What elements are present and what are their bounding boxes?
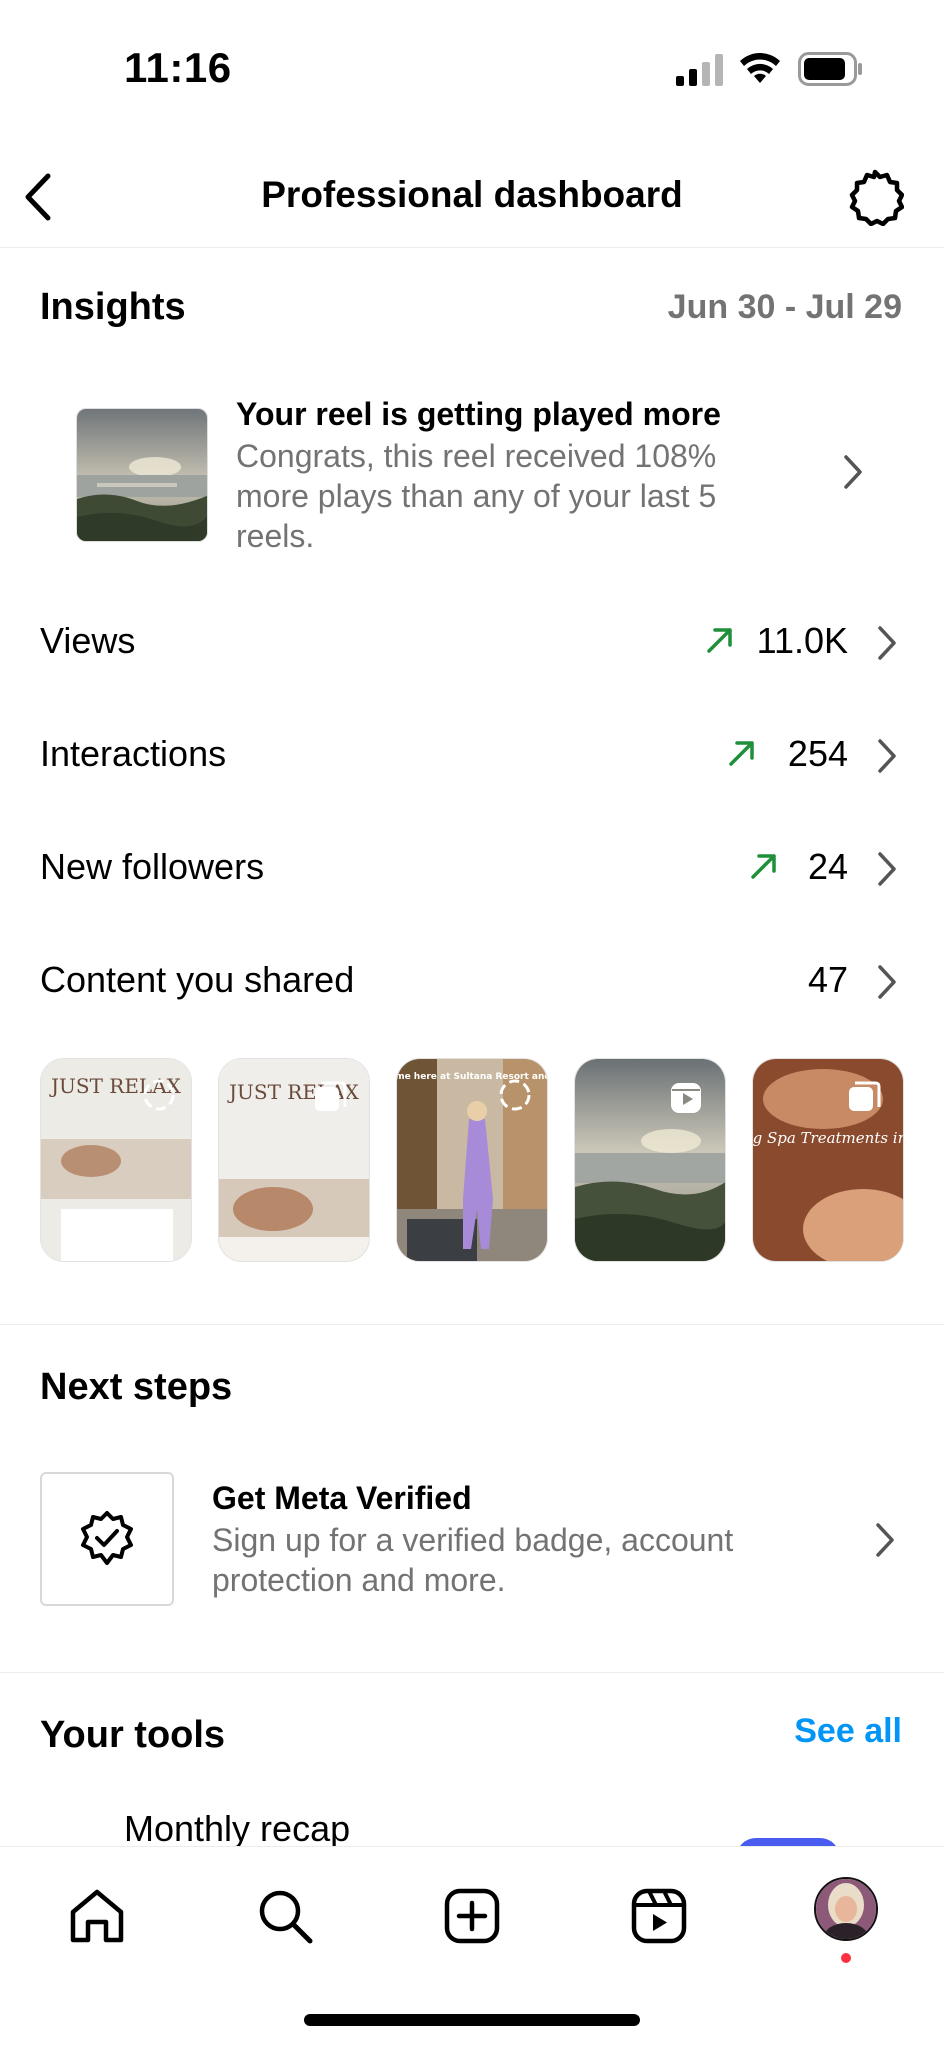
metric-row-views[interactable]: Views 11.0K xyxy=(0,590,944,700)
section-divider xyxy=(0,1324,944,1325)
verified-badge-icon xyxy=(81,1511,133,1565)
carousel-icon xyxy=(849,1081,881,1111)
chevron-right-icon xyxy=(878,739,896,773)
trend-up-icon xyxy=(707,628,732,653)
reel-thumbnail xyxy=(76,408,208,542)
search-icon xyxy=(259,1890,313,1944)
section-divider xyxy=(0,1672,944,1673)
nav-create[interactable] xyxy=(437,1881,507,1951)
chevron-right-icon xyxy=(878,965,896,999)
reels-icon xyxy=(671,1083,701,1113)
wifi-icon xyxy=(740,53,780,83)
home-icon xyxy=(70,1889,124,1943)
thumbnail-overlay-text: Trending Spa Treatments in the UK xyxy=(753,1129,904,1147)
carousel-icon xyxy=(315,1081,347,1111)
content-thumbnail[interactable]: Join me here at Sultana Resort and Spa xyxy=(396,1058,548,1262)
profile-avatar[interactable] xyxy=(814,1877,878,1941)
metric-value: 11.0K xyxy=(756,620,848,661)
content-thumbnail[interactable] xyxy=(574,1058,726,1262)
content-thumbnail[interactable]: Trending Spa Treatments in the UK xyxy=(752,1058,904,1262)
reel-card-description: Congrats, this reel received 108% more p… xyxy=(236,438,717,554)
verified-icon-box xyxy=(40,1472,174,1606)
nav-reels[interactable] xyxy=(624,1881,694,1951)
thumbnail-overlay-text: Join me here at Sultana Resort and Spa xyxy=(397,1072,548,1082)
step-description: Sign up for a verified badge, account pr… xyxy=(212,1522,734,1598)
metric-value: 254 xyxy=(787,733,848,774)
insights-title: Insights xyxy=(40,286,186,328)
top-header: Professional dashboard xyxy=(0,140,944,248)
metric-value: 47 xyxy=(807,959,848,1000)
home-indicator xyxy=(304,2014,640,2026)
metric-row-content-shared[interactable]: Content you shared 47 xyxy=(0,929,944,1039)
nav-search[interactable] xyxy=(250,1881,320,1951)
trend-up-icon xyxy=(729,741,754,766)
meta-verified-card[interactable]: Get Meta Verified Sign up for a verified… xyxy=(40,1472,904,1606)
your-tools-title: Your tools xyxy=(40,1714,226,1756)
page-title: Professional dashboard xyxy=(261,174,683,215)
step-title: Get Meta Verified xyxy=(212,1480,472,1516)
status-bar: 11:16 xyxy=(0,0,944,140)
tool-item-monthly-recap[interactable]: Monthly recap xyxy=(124,1808,350,1850)
settings-button[interactable] xyxy=(844,166,906,228)
metric-label: New followers xyxy=(40,846,265,887)
date-range[interactable]: Jun 30 - Jul 29 xyxy=(668,288,902,327)
battery-icon xyxy=(798,52,862,86)
chevron-right-icon xyxy=(876,1523,894,1557)
notification-dot xyxy=(841,1953,851,1963)
content-thumbnail[interactable]: JUST RELAX xyxy=(40,1058,192,1262)
chevron-right-icon xyxy=(878,626,896,660)
create-icon xyxy=(444,1888,500,1944)
chevron-right-icon xyxy=(844,455,862,489)
metric-label: Views xyxy=(40,620,136,661)
nav-home[interactable] xyxy=(62,1881,132,1951)
next-steps-title: Next steps xyxy=(40,1366,233,1408)
metric-row-new-followers[interactable]: New followers 24 xyxy=(0,816,944,926)
metric-value: 24 xyxy=(807,846,848,887)
content-thumbnail[interactable]: JUST RELAX xyxy=(218,1058,370,1262)
reel-card-title: Your reel is getting played more xyxy=(236,396,721,432)
shared-content-list: JUST RELAX JUST RELAX Join me here at Su… xyxy=(40,1058,904,1264)
gear-icon xyxy=(849,169,904,226)
reel-performance-card[interactable]: Your reel is getting played more Congrat… xyxy=(40,388,904,556)
chevron-right-icon xyxy=(878,852,896,886)
metric-row-interactions[interactable]: Interactions 254 xyxy=(0,703,944,813)
metric-label: Content you shared xyxy=(40,959,355,1000)
metric-label: Interactions xyxy=(40,733,227,774)
trend-up-icon xyxy=(751,854,776,879)
status-time: 11:16 xyxy=(124,44,232,91)
reels-icon xyxy=(631,1888,687,1944)
thumbnail-overlay-text: JUST RELAX xyxy=(49,1074,182,1098)
cellular-signal-icon xyxy=(676,54,723,86)
see-all-link[interactable]: See all xyxy=(794,1712,902,1751)
